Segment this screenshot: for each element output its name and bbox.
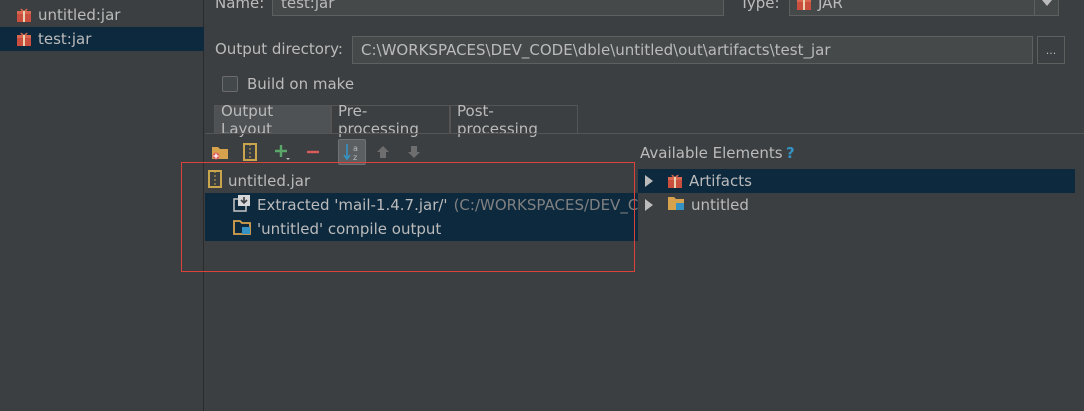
output-directory-label: Output directory:	[215, 40, 343, 58]
svg-text:z: z	[353, 153, 357, 162]
available-item-artifacts[interactable]: Artifacts	[638, 169, 1075, 193]
artifact-item-label: untitled:jar	[38, 6, 121, 24]
artifact-group-icon	[667, 173, 683, 189]
highlight-annotation-box	[181, 162, 635, 272]
jar-artifact-icon	[16, 31, 32, 47]
module-folder-icon	[667, 195, 685, 215]
svg-text:a: a	[353, 144, 358, 153]
add-icon[interactable]	[271, 141, 293, 163]
artifacts-list: untitled:jar test:jar	[0, 0, 204, 411]
artifact-item-label: test:jar	[38, 30, 92, 48]
name-label: Name:	[215, 0, 265, 12]
type-select-value: JAR	[818, 0, 843, 12]
archive-icon[interactable]	[239, 141, 261, 163]
tab-post-processing[interactable]: Post-processing	[450, 102, 578, 138]
help-icon[interactable]: ?	[786, 144, 795, 162]
expand-arrow-icon[interactable]	[645, 175, 653, 187]
tab-pre-processing[interactable]: Pre-processing	[331, 102, 450, 138]
available-item-label: untitled	[691, 196, 749, 214]
output-directory-value: C:\WORKSPACES\DEV_CODE\dble\untitled\out…	[361, 41, 831, 59]
expand-arrow-icon[interactable]	[645, 199, 653, 211]
build-on-make-label[interactable]: Build on make	[247, 75, 354, 93]
browse-button[interactable]: ...	[1037, 36, 1065, 64]
build-on-make-checkbox[interactable]	[222, 76, 238, 92]
move-down-icon[interactable]	[403, 141, 425, 163]
available-item-untitled[interactable]: untitled	[638, 193, 1075, 217]
artifact-item-test-jar[interactable]: test:jar	[0, 27, 204, 51]
artifact-item-untitled-jar[interactable]: untitled:jar	[0, 3, 204, 27]
available-item-label: Artifacts	[689, 172, 752, 190]
jar-artifact-icon	[16, 7, 32, 23]
new-folder-icon[interactable]	[209, 141, 231, 163]
output-directory-field[interactable]: C:\WORKSPACES\DEV_CODE\dble\untitled\out…	[352, 36, 1033, 64]
jar-artifact-icon	[796, 0, 812, 11]
move-up-icon[interactable]	[372, 141, 394, 163]
tab-output-layout[interactable]: Output Layout	[214, 102, 331, 138]
type-select[interactable]: JAR	[789, 0, 1059, 16]
chevron-down-icon[interactable]	[1034, 0, 1058, 15]
available-elements-title: Available Elements	[640, 144, 783, 162]
name-field-value: test:jar	[281, 0, 335, 12]
name-field[interactable]: test:jar	[272, 0, 724, 16]
remove-icon[interactable]	[302, 141, 324, 163]
type-label: Type:	[740, 0, 780, 12]
